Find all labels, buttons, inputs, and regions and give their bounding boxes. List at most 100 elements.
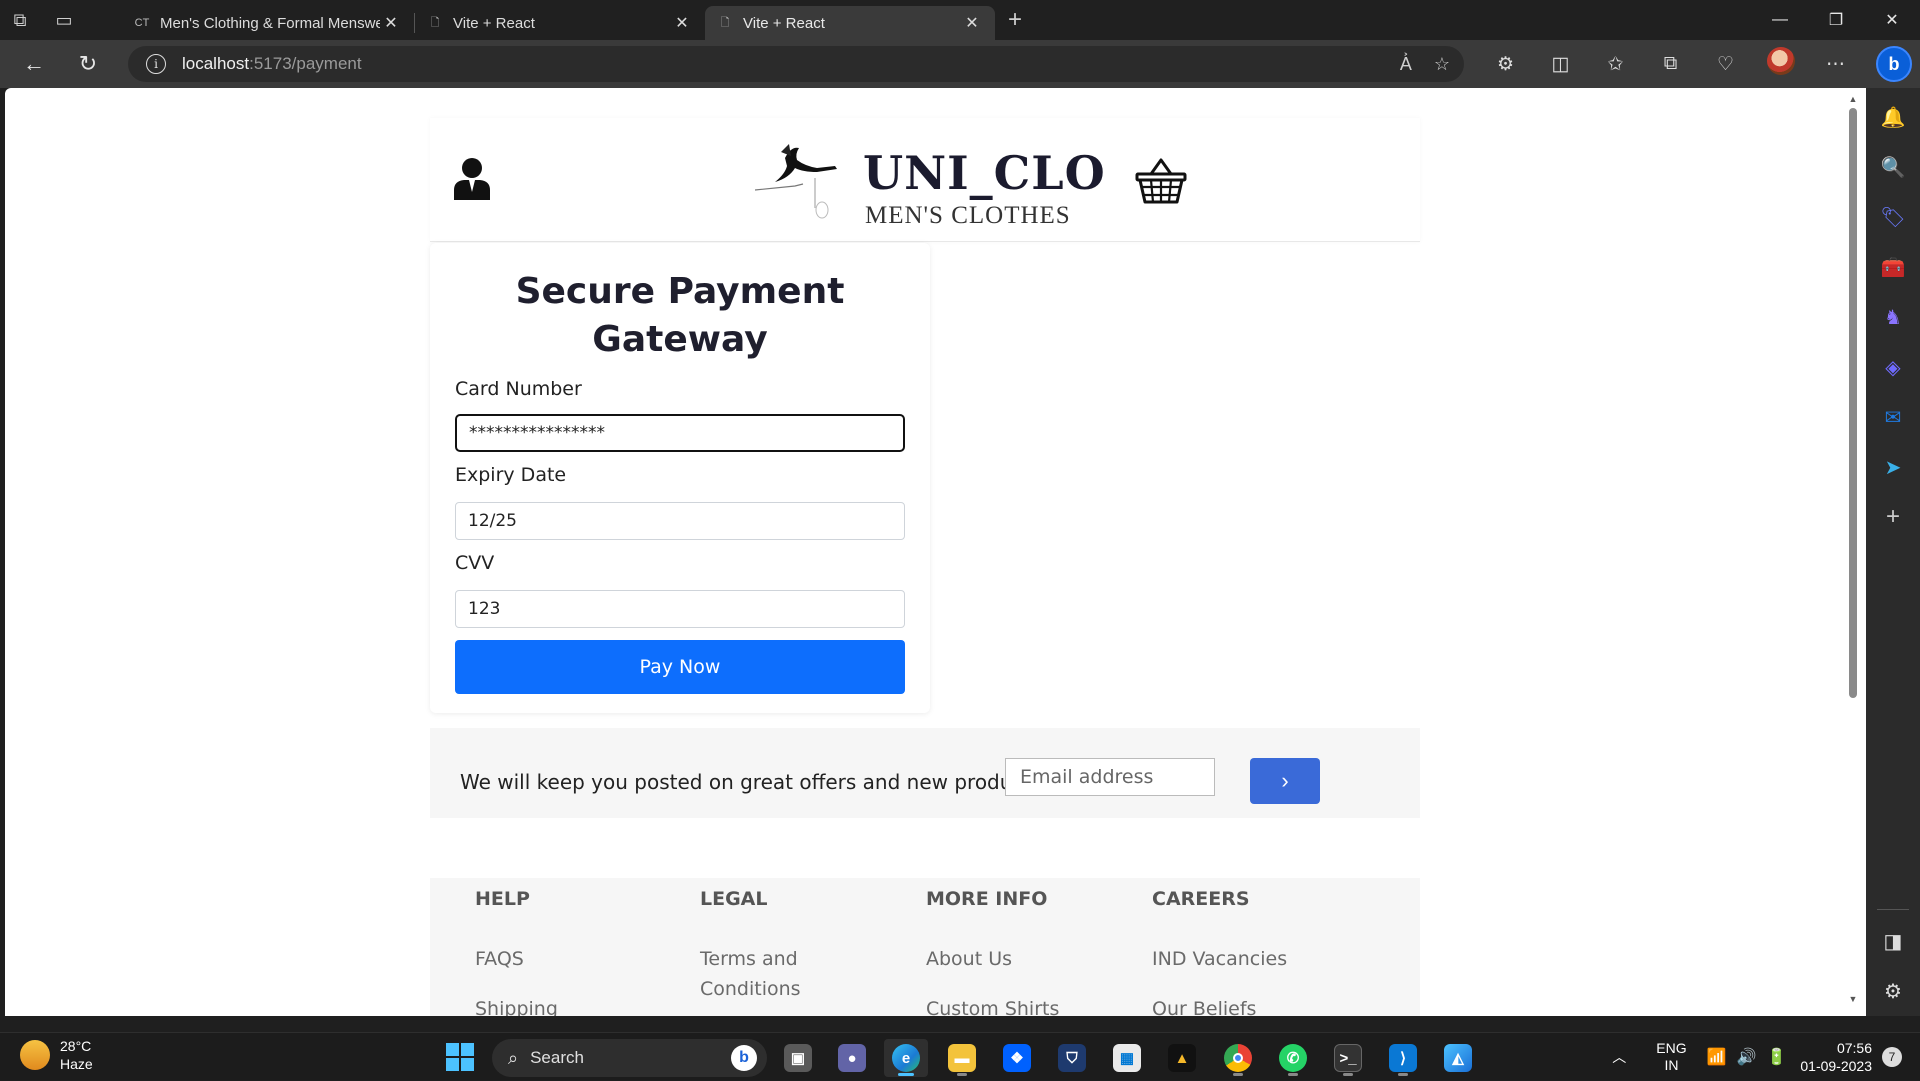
copilot-sidebar-icon[interactable]: ◈ [1866, 342, 1920, 392]
sidebar-bottom: ◨ ⚙ [1866, 903, 1920, 1016]
games-icon[interactable]: ♞ [1866, 292, 1920, 342]
settings-gear-icon[interactable]: ⚙ [1866, 966, 1920, 1016]
search-icon[interactable]: 🔍 [1866, 142, 1920, 192]
expiry-date-input[interactable]: 12/25 [455, 502, 905, 540]
card-number-input[interactable]: **************** [455, 414, 905, 452]
extensions-icon[interactable]: ⚙ [1478, 53, 1533, 76]
notification-count-badge[interactable]: 7 [1882, 1047, 1902, 1067]
refresh-icon[interactable]: ↻ [64, 44, 112, 84]
tab-vite-react-1[interactable]: 🗋 Vite + React ✕ [415, 6, 705, 40]
vscode-icon[interactable]: ⟩ [1381, 1039, 1425, 1077]
close-window-icon[interactable]: ✕ [1864, 0, 1920, 40]
taskbar-search[interactable]: ⌕ Search b [492, 1039, 767, 1077]
show-hidden-icons-chevron-icon[interactable]: ︿ [1612, 1047, 1626, 1067]
address-bar-actions: A͐ ☆ [1400, 54, 1450, 75]
favorites-icon[interactable]: ✩ [1588, 53, 1643, 76]
weather-temperature: 28°C [60, 1038, 92, 1054]
footer-link-custom-shirts[interactable]: Custom Shirts [926, 994, 1106, 1016]
footer-link-ind-vacancies[interactable]: IND Vacancies [1152, 944, 1332, 974]
back-icon[interactable]: ← [10, 44, 58, 84]
whatsapp-icon[interactable]: ✆ [1271, 1039, 1315, 1077]
scroll-down-icon[interactable]: ▼ [1848, 994, 1858, 1004]
shopping-basket-icon[interactable] [1135, 156, 1187, 206]
close-tab-icon[interactable]: ✕ [380, 13, 402, 33]
new-tab-icon[interactable]: + [995, 0, 1035, 40]
microsoft-store-icon[interactable]: ▦ [1105, 1039, 1149, 1077]
brand-name: UNI_CLO [863, 146, 1106, 200]
region-code: IN [1664, 1057, 1679, 1073]
weather-widget[interactable]: 28°C Haze [20, 1037, 93, 1073]
brand-tagline: MEN'S CLOTHES [865, 202, 1071, 229]
copilot-icon[interactable]: b [1876, 46, 1912, 82]
windows-start-icon[interactable] [446, 1043, 476, 1073]
pay-now-button[interactable]: Pay Now [455, 640, 905, 694]
hide-sidebar-icon[interactable]: ◨ [1866, 916, 1920, 966]
brand-logo[interactable]: UNI_CLO MEN'S CLOTHES [755, 138, 1106, 229]
defender-icon[interactable]: ⛉ [1050, 1039, 1094, 1077]
email-input[interactable]: Email address [1005, 758, 1215, 796]
browser-essentials-icon[interactable]: ♡ [1698, 53, 1753, 76]
workspaces-icon[interactable]: ⧉ [0, 0, 40, 40]
file-explorer-icon[interactable]: ▬ [940, 1039, 984, 1077]
footer-heading: MORE INFO [926, 888, 1048, 910]
newsletter-submit-button[interactable]: › [1250, 758, 1320, 804]
clock[interactable]: 07:56 01-09-2023 [1800, 1039, 1872, 1075]
more-menu-icon[interactable]: ⋯ [1808, 53, 1863, 76]
footer-heading: CAREERS [1152, 888, 1250, 910]
chrome-icon[interactable] [1216, 1039, 1260, 1077]
teams-chat-icon[interactable]: ● [830, 1039, 874, 1077]
favorite-star-icon[interactable]: ☆ [1434, 54, 1450, 75]
drop-icon[interactable]: ➤ [1866, 442, 1920, 492]
close-tab-icon[interactable]: ✕ [961, 13, 983, 33]
address-bar[interactable]: i localhost :5173/payment A͐ ☆ [128, 46, 1464, 82]
photos-app-icon[interactable]: ◭ [1436, 1039, 1480, 1077]
page-viewport: UNI_CLO MEN'S CLOTHES Secure Payment Gat… [5, 88, 1866, 1016]
tab-title: Men's Clothing & Formal Menswear [160, 14, 380, 32]
outlook-icon[interactable]: ✉ [1866, 392, 1920, 442]
cvv-input[interactable]: 123 [455, 590, 905, 628]
tools-icon[interactable]: 🧰 [1866, 242, 1920, 292]
notifications-icon[interactable]: 🔔 [1866, 92, 1920, 142]
task-view-icon[interactable]: ▣ [776, 1039, 820, 1077]
page-container: UNI_CLO MEN'S CLOTHES Secure Payment Gat… [430, 118, 1420, 1016]
tray-status-icons[interactable]: 📶 🔊 🔋 [1707, 1047, 1787, 1067]
footer-link-shipping[interactable]: Shipping [475, 994, 655, 1016]
collections-icon[interactable]: ⧉ [1643, 53, 1698, 75]
running-indicator [1288, 1073, 1298, 1076]
page-scrollbar[interactable]: ▲ ▼ [1848, 94, 1858, 1004]
footer-link-faqs[interactable]: FAQS [475, 944, 655, 974]
url-path: :5173/payment [249, 54, 362, 73]
shopping-tag-icon[interactable]: 🏷 [1866, 192, 1920, 242]
tab-mens-clothing[interactable]: CT Men's Clothing & Formal Menswear ✕ [122, 6, 414, 40]
profile-avatar[interactable] [1753, 47, 1808, 81]
wifi-icon: 📶 [1706, 1049, 1727, 1066]
input-language[interactable]: ENG IN [1656, 1040, 1686, 1074]
site-info-icon[interactable]: i [146, 54, 166, 74]
search-label: Search [530, 1048, 584, 1067]
footer-column-more-info: MORE INFO About Us Custom Shirts [926, 888, 1106, 1016]
user-account-icon[interactable] [452, 156, 492, 202]
dropbox-icon[interactable]: ❖ [995, 1039, 1039, 1077]
footer-link-terms[interactable]: Terms and Conditions [700, 944, 820, 1004]
close-tab-icon[interactable]: ✕ [671, 13, 693, 33]
minimize-icon[interactable]: — [1752, 0, 1808, 40]
add-sidebar-app-icon[interactable]: + [1866, 492, 1920, 542]
card-number-label: Card Number [455, 378, 582, 400]
scrollbar-thumb[interactable] [1849, 108, 1857, 698]
arc-app-icon[interactable]: ▲ [1160, 1039, 1204, 1077]
terminal-icon[interactable]: >_ [1326, 1039, 1370, 1077]
read-aloud-icon[interactable]: A͐ [1400, 54, 1412, 75]
footer-column-help: HELP FAQS Shipping [475, 888, 655, 1016]
footer-link-about-us[interactable]: About Us [926, 944, 1106, 974]
edge-browser-icon[interactable]: e [884, 1039, 928, 1077]
volume-icon: 🔊 [1736, 1049, 1757, 1066]
tab-vite-react-2[interactable]: 🗋 Vite + React ✕ [705, 6, 995, 40]
stork-logo-icon [755, 144, 837, 219]
scroll-up-icon[interactable]: ▲ [1848, 94, 1858, 104]
restore-icon[interactable]: ❐ [1808, 0, 1864, 40]
tab-actions-icon[interactable]: ▭ [44, 0, 84, 40]
split-screen-icon[interactable]: ◫ [1533, 53, 1588, 76]
newsletter-text: We will keep you posted on great offers … [460, 770, 1042, 794]
footer-link-our-beliefs[interactable]: Our Beliefs [1152, 994, 1332, 1016]
footer-heading: HELP [475, 888, 530, 910]
